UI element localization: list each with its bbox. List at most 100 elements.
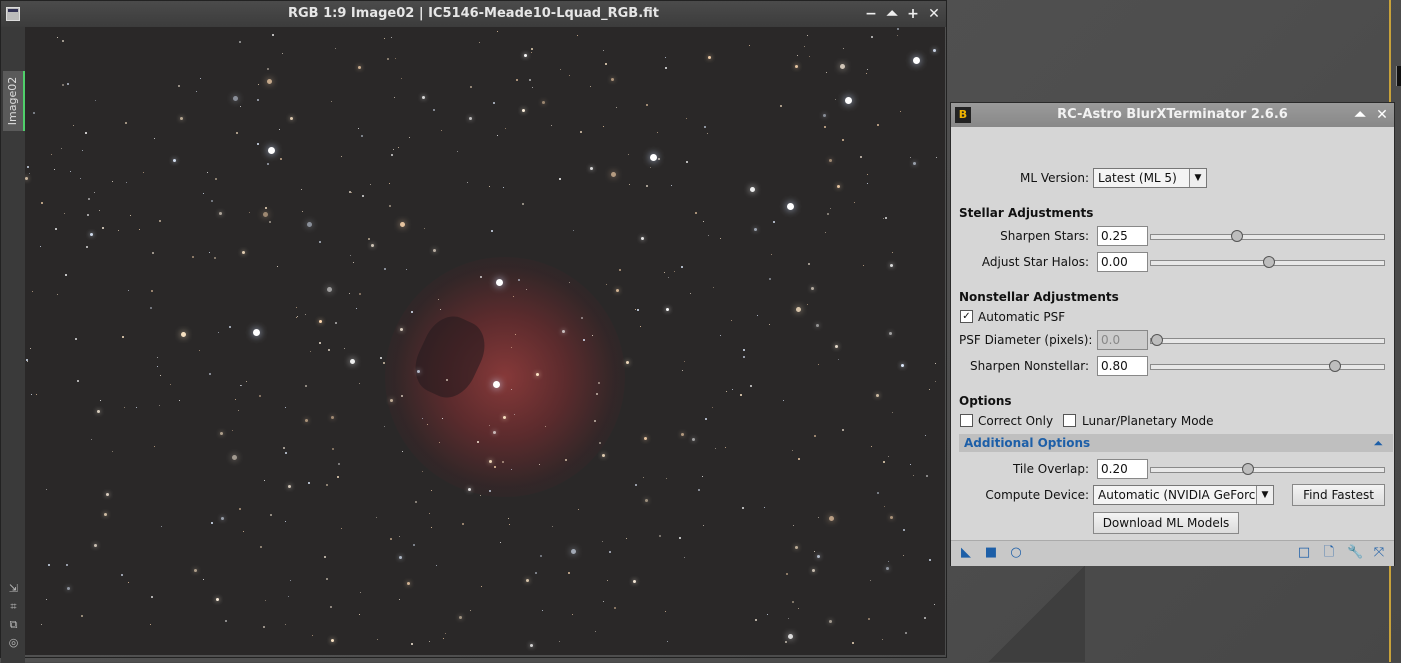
maximize-button[interactable]: + [904,5,922,23]
star [439,442,440,443]
apply-circle-icon[interactable]: ○ [1009,546,1023,560]
star [235,399,236,400]
star [641,237,644,240]
star [824,126,826,128]
star [645,499,648,502]
settings-circle-icon[interactable]: ◎ [8,637,19,648]
star [583,339,585,341]
blurx-dialog[interactable]: B RC-Astro BlurXTerminator 2.6.6 ⏶ ✕ ML … [950,102,1395,566]
sharpen-nonstellar-input[interactable]: 0.80 [1097,356,1148,376]
slider-thumb[interactable] [1329,360,1342,372]
close-button[interactable]: ✕ [925,5,943,23]
star [422,418,423,419]
zoom-in-icon[interactable]: ⇲ [8,583,19,594]
star [754,228,757,231]
star [835,99,836,100]
star [290,117,293,120]
star [500,542,501,543]
apply-global-square-icon[interactable]: ■ [984,546,998,560]
star [470,610,471,611]
image-view-tab[interactable]: Image02 [3,71,25,131]
star [241,385,242,386]
star [643,477,644,478]
star [829,516,834,521]
slider-thumb[interactable] [1262,256,1275,268]
clone-view-icon[interactable]: ⧉ [8,619,19,630]
star [75,338,77,340]
star [301,189,302,190]
adjust-halos-slider[interactable] [1150,256,1385,268]
star [350,255,351,256]
lunar-mode-checkbox[interactable] [1063,414,1076,427]
star [128,582,129,583]
slider-thumb[interactable] [1242,463,1255,475]
star [936,157,937,158]
star [562,330,565,333]
star [445,633,446,634]
star [889,332,892,335]
workspace-edge-widget[interactable] [1396,66,1401,86]
document-icon[interactable]: 🗋 [1322,546,1336,560]
minimize-button[interactable]: − [862,5,880,23]
star [479,42,480,43]
wrench-icon[interactable]: 🔧 [1347,546,1363,560]
star [842,139,844,141]
star [282,53,283,54]
correct-only-checkbox[interactable] [960,414,973,427]
star [890,264,893,267]
star [817,555,820,558]
star [545,426,546,427]
image-window[interactable]: RGB 1:9 Image02 | IC5146-Meade10-Lquad_R… [0,0,947,663]
sharpen-nonstellar-slider[interactable] [1150,360,1385,372]
astro-image-canvas[interactable] [25,27,945,655]
star [359,383,360,384]
ml-version-select[interactable]: Latest (ML 5) ▼ [1093,168,1207,188]
new-instance-triangle-icon[interactable]: ◣ [959,546,973,560]
star [415,501,417,503]
star [55,228,57,230]
star [62,84,64,86]
star [929,559,931,561]
star [871,36,873,38]
star [808,263,810,265]
star [684,361,685,362]
star [704,126,706,128]
find-fastest-button[interactable]: Find Fastest [1292,484,1385,506]
sharpen-stars-input[interactable]: 0.25 [1097,226,1148,246]
star [401,78,402,79]
preview-square-icon[interactable]: □ [1297,546,1311,560]
dialog-close-button[interactable]: ✕ [1373,106,1391,124]
view-tab-strip: Image02 ⇲ ⌗ ⧉ ◎ [1,27,25,663]
star [611,78,614,81]
additional-options-section-bar[interactable]: Additional Options ⏶ [959,434,1393,452]
star [288,485,291,488]
star [882,639,883,640]
star [214,257,216,259]
shade-button[interactable]: ⏶ [883,5,901,23]
tile-overlap-slider[interactable] [1150,463,1385,475]
star [903,555,904,556]
fit-view-icon[interactable]: ⌗ [8,601,19,612]
dialog-titlebar[interactable]: B RC-Astro BlurXTerminator 2.6.6 ⏶ ✕ [951,103,1394,127]
bright-star [913,57,920,64]
adjust-halos-input[interactable]: 0.00 [1097,252,1148,272]
tile-overlap-input[interactable]: 0.20 [1097,459,1148,479]
star [526,579,529,582]
dialog-shade-button[interactable]: ⏶ [1351,106,1369,124]
auto-psf-checkbox[interactable]: ✓ [960,310,973,323]
reset-icon[interactable]: ⤧ [1372,546,1386,560]
star [391,37,392,38]
star [399,556,402,559]
star [30,348,31,349]
star [312,635,313,636]
slider-thumb[interactable] [1231,230,1244,242]
image-window-titlebar[interactable]: RGB 1:9 Image02 | IC5146-Meade10-Lquad_R… [1,1,946,27]
star [331,416,334,419]
sharpen-stars-slider[interactable] [1150,230,1385,242]
star [884,506,885,507]
compute-device-select[interactable]: Automatic (NVIDIA GeForc ▼ [1093,485,1274,505]
collapse-up-icon[interactable]: ⏶ [1373,435,1383,451]
star [573,230,574,231]
star [823,114,826,117]
download-ml-models-button[interactable]: Download ML Models [1093,512,1239,534]
